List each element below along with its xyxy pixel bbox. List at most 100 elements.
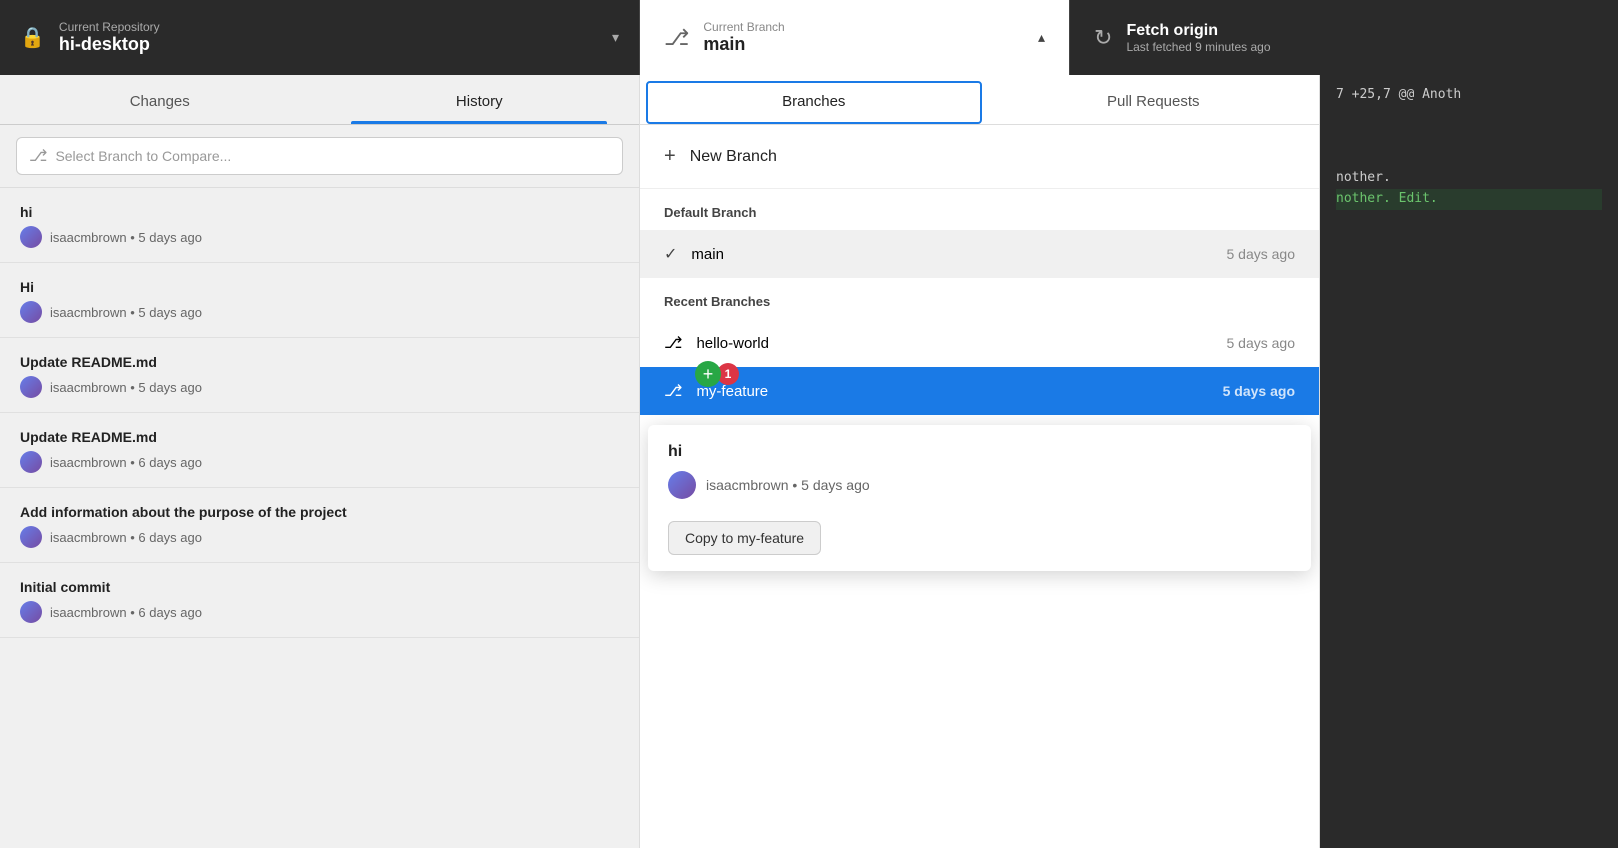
commit-meta: isaacmbrown • 5 days ago (20, 226, 619, 248)
refresh-icon: ↻ (1094, 25, 1112, 51)
diff-line: nother. (1336, 168, 1602, 189)
commit-item[interactable]: hi isaacmbrown • 5 days ago (0, 188, 639, 263)
branch-name-main: main (691, 246, 1226, 263)
diff-line: 7 +25,7 @@ Anoth (1336, 85, 1602, 106)
commit-title: Update README.md (20, 354, 619, 370)
badge-green: + (695, 361, 721, 387)
tooltip-time: 5 days ago (801, 477, 870, 493)
plus-icon: + (664, 145, 676, 168)
tab-changes[interactable]: Changes (0, 75, 320, 124)
commit-item[interactable]: Update README.md isaacmbrown • 6 days ag… (0, 413, 639, 488)
commit-author: isaacmbrown (50, 605, 127, 620)
commit-item[interactable]: Update README.md isaacmbrown • 5 days ag… (0, 338, 639, 413)
commit-time: 5 days ago (138, 230, 202, 245)
tooltip-popup: hi isaacmbrown • 5 days ago Copy to my-f… (648, 425, 1311, 571)
commit-title: Update README.md (20, 429, 619, 445)
tab-bar: Changes History (0, 75, 639, 125)
fetch-title: Fetch origin (1126, 22, 1270, 40)
chevron-down-icon: ▾ (612, 29, 619, 46)
tooltip-content: hi isaacmbrown • 5 days ago (648, 425, 1311, 509)
tooltip-commit-title: hi (668, 443, 1291, 461)
branch-time-my-feature: 5 days ago (1223, 383, 1295, 399)
branch-name-my-feature: my-feature (696, 383, 1222, 400)
recent-branches-header: Recent Branches (640, 278, 1319, 319)
left-panel: Changes History ⎇ Select Branch to Compa… (0, 75, 640, 848)
branch-time-hello-world: 5 days ago (1227, 335, 1296, 351)
commit-meta: isaacmbrown • 6 days ago (20, 451, 619, 473)
diff-area: 7 +25,7 @@ Anoth nother. nother. Edit. (1320, 75, 1618, 848)
branch-label: Current Branch (703, 20, 1028, 34)
repo-section[interactable]: 🔒 Current Repository hi-desktop ▾ (0, 0, 640, 75)
repo-name: hi-desktop (59, 34, 602, 55)
branch-name-hello-world: hello-world (696, 335, 1226, 352)
diff-line (1336, 147, 1602, 168)
commit-title: Initial commit (20, 579, 619, 595)
commit-time: 5 days ago (138, 305, 202, 320)
commit-author: isaacmbrown (50, 230, 127, 245)
avatar (20, 376, 42, 398)
branch-item-my-feature[interactable]: ⎇ my-feature 5 days ago + 1 (640, 367, 1319, 415)
branch-compare-icon: ⎇ (29, 146, 47, 166)
commit-title: Hi (20, 279, 619, 295)
commit-item[interactable]: Initial commit isaacmbrown • 6 days ago (0, 563, 639, 638)
top-bar: 🔒 Current Repository hi-desktop ▾ ⎇ Curr… (0, 0, 1618, 75)
dropdown-panel: Branches Pull Requests + New Branch Defa… (640, 75, 1320, 848)
commit-title: hi (20, 204, 619, 220)
commit-author: isaacmbrown (50, 455, 127, 470)
commit-author: isaacmbrown (50, 380, 127, 395)
branch-icon-hello-world: ⎇ (664, 333, 682, 353)
tooltip-author: isaacmbrown (706, 477, 788, 493)
commit-meta: isaacmbrown • 5 days ago (20, 301, 619, 323)
commit-author: isaacmbrown (50, 530, 127, 545)
commit-time: 6 days ago (138, 605, 202, 620)
badge-container: + 1 (695, 361, 739, 387)
compare-branch-input[interactable]: ⎇ Select Branch to Compare... (16, 137, 623, 175)
commit-time: 5 days ago (138, 380, 202, 395)
new-branch-row[interactable]: + New Branch (640, 125, 1319, 189)
branch-icon: ⎇ (664, 25, 689, 51)
branch-text: Current Branch main (703, 20, 1028, 55)
diff-line (1336, 106, 1602, 127)
default-branch-header: Default Branch (640, 189, 1319, 230)
avatar (20, 451, 42, 473)
compare-placeholder: Select Branch to Compare... (55, 148, 231, 164)
tooltip-avatar (668, 471, 696, 499)
branch-icon-my-feature: ⎇ (664, 381, 682, 401)
avatar (20, 301, 42, 323)
chevron-up-icon: ▴ (1038, 29, 1045, 46)
tooltip-btn-row: Copy to my-feature (648, 509, 1311, 571)
fetch-subtitle: Last fetched 9 minutes ago (1126, 40, 1270, 54)
checkmark-icon: ✓ (664, 244, 677, 264)
avatar (20, 601, 42, 623)
repo-label: Current Repository (59, 20, 602, 34)
commit-list: hi isaacmbrown • 5 days ago Hi isaacmbro… (0, 188, 639, 638)
branch-name: main (703, 34, 1028, 55)
commit-title: Add information about the purpose of the… (20, 504, 619, 520)
fetch-text: Fetch origin Last fetched 9 minutes ago (1126, 22, 1270, 54)
commit-item[interactable]: Hi isaacmbrown • 5 days ago (0, 263, 639, 338)
commit-meta: isaacmbrown • 5 days ago (20, 376, 619, 398)
commit-meta: isaacmbrown • 6 days ago (20, 601, 619, 623)
lock-icon: 🔒 (20, 25, 45, 50)
commit-time: 6 days ago (138, 530, 202, 545)
tab-branches[interactable]: Branches (646, 81, 982, 124)
commit-time: 6 days ago (138, 455, 202, 470)
branch-time-main: 5 days ago (1227, 246, 1296, 262)
tab-history[interactable]: History (320, 75, 640, 124)
diff-line-add: nother. Edit. (1336, 189, 1602, 210)
fetch-section[interactable]: ↻ Fetch origin Last fetched 9 minutes ag… (1070, 0, 1618, 75)
diff-line (1336, 127, 1602, 148)
commit-meta: isaacmbrown • 6 days ago (20, 526, 619, 548)
commit-separator: • (127, 230, 139, 245)
dropdown-tabs: Branches Pull Requests (640, 75, 1319, 125)
tooltip-meta: isaacmbrown • 5 days ago (668, 471, 1291, 499)
commit-author: isaacmbrown (50, 305, 127, 320)
branch-section[interactable]: ⎇ Current Branch main ▴ (640, 0, 1070, 75)
new-branch-label: New Branch (690, 148, 777, 166)
tab-pull-requests[interactable]: Pull Requests (988, 75, 1320, 124)
repo-text: Current Repository hi-desktop (59, 20, 602, 55)
copy-to-branch-button[interactable]: Copy to my-feature (668, 521, 821, 555)
branch-item-hello-world[interactable]: ⎇ hello-world 5 days ago (640, 319, 1319, 367)
commit-item[interactable]: Add information about the purpose of the… (0, 488, 639, 563)
branch-item-main[interactable]: ✓ main 5 days ago (640, 230, 1319, 278)
